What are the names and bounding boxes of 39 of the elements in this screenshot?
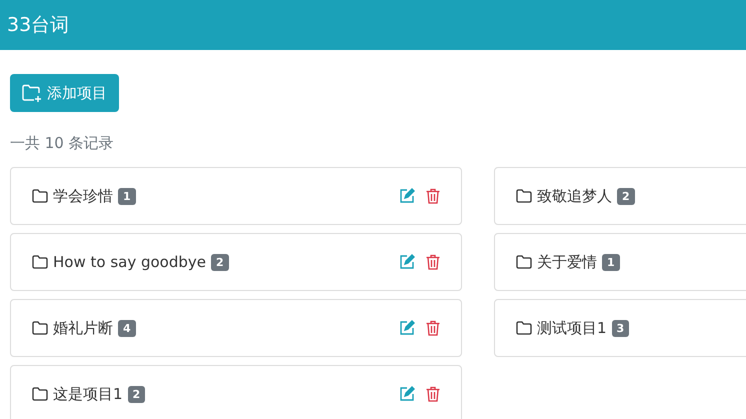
- record-count: 一共 10 条记录: [10, 134, 115, 153]
- trash-icon[interactable]: [425, 386, 441, 402]
- folder-plus-icon: [22, 84, 42, 102]
- folder-icon: [32, 387, 48, 401]
- count-badge: 2: [211, 254, 229, 270]
- count-badge: 1: [602, 254, 620, 270]
- project-name: 关于爱情: [537, 252, 597, 272]
- folder-icon: [32, 255, 48, 269]
- count-badge: 4: [118, 320, 136, 336]
- edit-icon[interactable]: [399, 188, 415, 204]
- app-title: 33台词: [7, 13, 70, 38]
- project-name: 测试项目1: [537, 318, 607, 338]
- edit-icon[interactable]: [399, 254, 415, 270]
- folder-icon: [516, 255, 532, 269]
- project-card[interactable]: 致敬追梦人 2: [494, 167, 746, 225]
- project-name: 婚礼片断: [53, 318, 113, 338]
- count-badge: 2: [128, 386, 146, 402]
- count-badge: 3: [612, 320, 630, 336]
- project-name: 学会珍惜: [53, 186, 113, 206]
- folder-icon: [32, 189, 48, 203]
- project-card[interactable]: 这是项目1 2: [10, 365, 462, 419]
- trash-icon[interactable]: [425, 188, 441, 204]
- trash-icon[interactable]: [425, 320, 441, 336]
- project-card[interactable]: 测试项目1 3: [494, 299, 746, 357]
- edit-icon[interactable]: [399, 386, 415, 402]
- project-card[interactable]: 关于爱情 1: [494, 233, 746, 291]
- trash-icon[interactable]: [425, 254, 441, 270]
- count-badge: 2: [617, 188, 635, 204]
- folder-icon: [516, 189, 532, 203]
- project-name: 致敬追梦人: [537, 186, 612, 206]
- folder-icon: [32, 321, 48, 335]
- project-name: How to say goodbye: [53, 253, 206, 271]
- project-card[interactable]: 婚礼片断 4: [10, 299, 462, 357]
- edit-icon[interactable]: [399, 320, 415, 336]
- project-card[interactable]: 学会珍惜 1: [10, 167, 462, 225]
- project-name: 这是项目1: [53, 384, 123, 404]
- folder-icon: [516, 321, 532, 335]
- count-badge: 1: [118, 188, 136, 204]
- project-card[interactable]: How to say goodbye 2: [10, 233, 462, 291]
